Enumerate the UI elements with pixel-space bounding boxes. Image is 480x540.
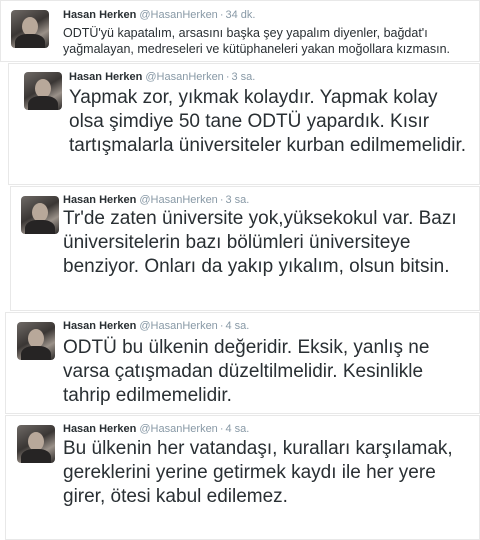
- user-name[interactable]: Hasan Herken: [63, 320, 136, 332]
- tweet-card[interactable]: Hasan Herken @HasanHerken · 3 sa. Yapmak zo…: [8, 63, 480, 185]
- tweet-header: Hasan Herken @HasanHerken · 4 sa.: [63, 423, 249, 435]
- avatar-shoulders-shape: [21, 346, 51, 360]
- tweet-timestamp[interactable]: 34 dk.: [225, 9, 255, 21]
- avatar[interactable]: [17, 322, 55, 360]
- separator-dot: ·: [225, 71, 230, 83]
- separator-dot: ·: [219, 9, 224, 21]
- user-name[interactable]: Hasan Herken: [63, 423, 136, 435]
- tweet-timestamp[interactable]: 4 sa.: [225, 423, 249, 435]
- tweet-card[interactable]: Hasan Herken @HasanHerken · 4 sa. Bu ülkeni…: [5, 415, 480, 540]
- user-handle[interactable]: @HasanHerken: [139, 423, 217, 435]
- tweet-text: ODTÜ'yü kapatalım, arsasını başka şey ya…: [63, 26, 450, 56]
- tweet-timestamp[interactable]: 4 sa.: [225, 320, 249, 332]
- tweet-text: ODTÜ bu ülkenin değeridir. Eksik, yanlış…: [63, 337, 430, 406]
- tweet-text: Bu ülkenin her vatandaşı, kuralları karş…: [63, 438, 453, 507]
- separator-dot: ·: [219, 423, 224, 435]
- tweet-header: Hasan Herken @HasanHerken · 3 sa.: [69, 71, 255, 83]
- user-name[interactable]: Hasan Herken: [63, 194, 136, 206]
- tweet-timestamp[interactable]: 3 sa.: [231, 71, 255, 83]
- avatar-shoulders-shape: [15, 34, 45, 48]
- user-name[interactable]: Hasan Herken: [63, 9, 136, 21]
- avatar[interactable]: [24, 72, 62, 110]
- avatar-shoulders-shape: [21, 449, 51, 463]
- user-handle[interactable]: @HasanHerken: [145, 71, 223, 83]
- avatar[interactable]: [11, 10, 49, 48]
- user-name[interactable]: Hasan Herken: [69, 71, 142, 83]
- tweet-timestamp[interactable]: 3 sa.: [225, 194, 249, 206]
- user-handle[interactable]: @HasanHerken: [139, 9, 217, 21]
- tweet-header: Hasan Herken @HasanHerken · 34 dk.: [63, 9, 255, 21]
- separator-dot: ·: [219, 194, 224, 206]
- tweet-header: Hasan Herken @HasanHerken · 4 sa.: [63, 320, 249, 332]
- tweet-text: Tr'de zaten üniversite yok,yüksekokul va…: [63, 208, 457, 277]
- user-handle[interactable]: @HasanHerken: [139, 320, 217, 332]
- avatar[interactable]: [17, 425, 55, 463]
- tweet-card[interactable]: Hasan Herken @HasanHerken · 3 sa. Tr'de zat…: [10, 186, 480, 311]
- tweet-header: Hasan Herken @HasanHerken · 3 sa.: [63, 194, 249, 206]
- avatar[interactable]: [21, 196, 59, 234]
- avatar-shoulders-shape: [25, 220, 55, 234]
- tweet-card[interactable]: Hasan Herken @HasanHerken · 34 dk. ODTÜ'yü …: [0, 0, 480, 62]
- separator-dot: ·: [219, 320, 224, 332]
- user-handle[interactable]: @HasanHerken: [139, 194, 217, 206]
- avatar-shoulders-shape: [28, 96, 58, 110]
- tweet-card[interactable]: Hasan Herken @HasanHerken · 4 sa. ODTÜ bu ü…: [5, 312, 480, 414]
- tweet-text: Yapmak zor, yıkmak kolaydır. Yapmak kola…: [69, 87, 467, 156]
